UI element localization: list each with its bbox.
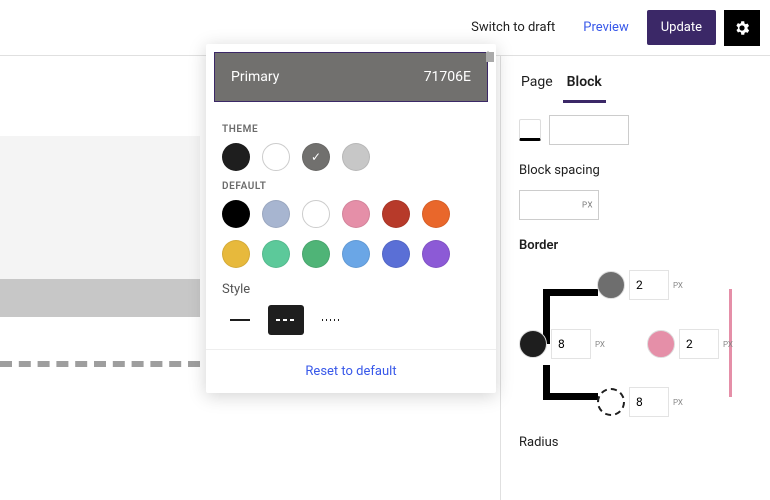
border-preview-bottom [543, 393, 598, 400]
border-right-width-input[interactable] [679, 329, 719, 359]
border-preview-top [543, 289, 598, 296]
settings-icon[interactable] [724, 10, 760, 46]
theme-group-label: THEME [222, 124, 480, 135]
default-swatch[interactable] [342, 200, 370, 228]
default-swatch[interactable] [342, 240, 370, 268]
theme-swatch[interactable] [302, 143, 330, 171]
unit-icon [519, 119, 541, 141]
border-section-label: Border [519, 238, 752, 253]
style-dashed-option[interactable] [268, 305, 304, 335]
theme-swatch[interactable] [222, 143, 250, 171]
default-swatch[interactable] [262, 200, 290, 228]
update-button[interactable]: Update [647, 10, 716, 45]
default-swatch[interactable] [222, 240, 250, 268]
theme-swatch[interactable] [342, 143, 370, 171]
tab-block[interactable]: Block [563, 64, 606, 103]
border-right-color[interactable] [647, 330, 675, 358]
unit-px: PX [673, 398, 683, 407]
theme-swatches [222, 143, 480, 171]
canvas-block-dashed-line[interactable] [0, 361, 200, 367]
default-swatch[interactable] [262, 240, 290, 268]
border-left-color[interactable] [519, 330, 547, 358]
tab-page[interactable]: Page [517, 64, 557, 103]
default-swatch[interactable] [382, 240, 410, 268]
preview-button[interactable]: Preview [573, 12, 638, 43]
color-picker-popover: Primary 71706E THEME DEFAULT Style Reset… [206, 44, 496, 393]
style-dotted-option[interactable] [314, 305, 350, 335]
default-swatch[interactable] [222, 200, 250, 228]
switch-to-draft-button[interactable]: Switch to draft [461, 12, 565, 43]
selected-color-hex: 71706E [424, 69, 471, 85]
block-spacing-label: Block spacing [519, 163, 752, 178]
default-swatches [222, 200, 480, 268]
style-options [222, 305, 480, 335]
popover-scrollbar[interactable] [486, 52, 500, 412]
style-label: Style [222, 282, 480, 297]
unit-px: PX [582, 201, 593, 210]
theme-swatch[interactable] [262, 143, 290, 171]
border-left-width-input[interactable] [551, 329, 591, 359]
border-top-slot: PX [597, 270, 683, 300]
border-bottom-slot: PX [597, 387, 683, 417]
border-top-width-input[interactable] [629, 270, 669, 300]
default-swatch[interactable] [382, 200, 410, 228]
default-swatch[interactable] [422, 240, 450, 268]
border-top-color[interactable] [597, 271, 625, 299]
border-bottom-color[interactable] [597, 388, 625, 416]
default-swatch[interactable] [422, 200, 450, 228]
unit-px: PX [595, 340, 605, 349]
color-preview: Primary 71706E [214, 52, 488, 102]
border-left-slot: PX [519, 329, 605, 359]
border-right-slot: PX [647, 329, 733, 359]
unit-px: PX [673, 281, 683, 290]
style-solid-option[interactable] [222, 305, 258, 335]
default-swatch[interactable] [302, 200, 330, 228]
radius-label: Radius [519, 435, 752, 450]
inspector-sidebar: Page Block Block spacing PX Border PX [500, 56, 770, 500]
previous-field-row [519, 115, 752, 145]
inspector-tabs: Page Block [501, 56, 770, 103]
default-group-label: DEFAULT [222, 181, 480, 192]
default-swatch[interactable] [302, 240, 330, 268]
reset-to-default-button[interactable]: Reset to default [206, 349, 496, 393]
border-bottom-width-input[interactable] [629, 387, 669, 417]
unit-px: PX [723, 340, 733, 349]
prev-input[interactable] [549, 115, 629, 145]
border-control: PX PX PX PX [519, 265, 749, 435]
canvas-block-bar[interactable] [0, 279, 200, 317]
selected-color-name: Primary [231, 69, 279, 85]
